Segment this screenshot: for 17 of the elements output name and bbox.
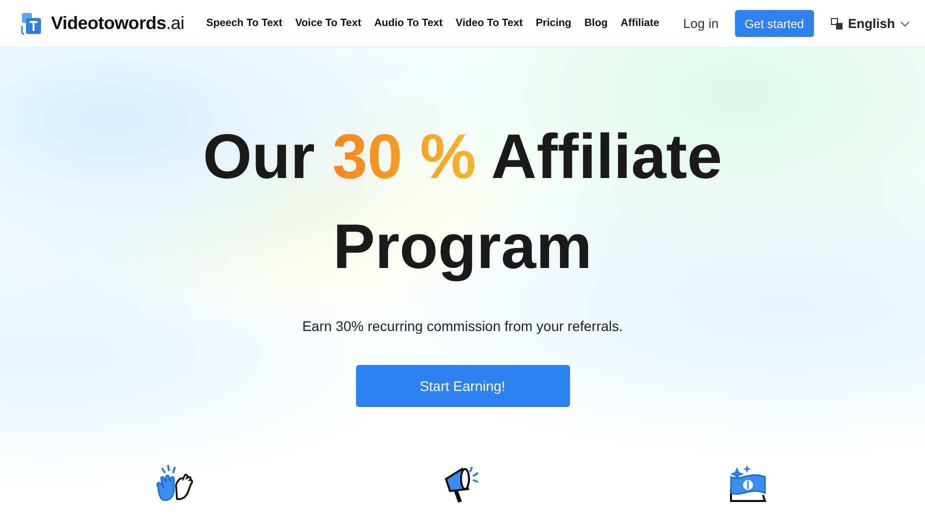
login-link[interactable]: Log in bbox=[683, 14, 719, 34]
start-earning-button[interactable]: Start Earning! bbox=[356, 365, 570, 407]
chevron-down-icon bbox=[900, 20, 910, 26]
hero-title: Our 30 % Affiliate Program bbox=[202, 121, 724, 284]
brand-name[interactable]: Videotowords.ai bbox=[51, 10, 184, 37]
nav-link[interactable]: Voice To Text bbox=[295, 16, 362, 32]
language-selector[interactable]: English bbox=[830, 14, 910, 34]
get-started-button[interactable]: Get started bbox=[734, 10, 814, 37]
hero-subtitle: Earn 30% recurring commission from your referrals. bbox=[302, 317, 623, 336]
nav-link[interactable]: Video To Text bbox=[456, 16, 523, 32]
logo-icon bbox=[21, 12, 43, 36]
translate-icon bbox=[830, 18, 843, 30]
nav-link[interactable]: Speech To Text bbox=[206, 16, 282, 32]
nav-link[interactable]: Blog bbox=[584, 16, 608, 32]
nav-link[interactable]: Affiliate bbox=[620, 16, 660, 32]
nav-link[interactable]: Pricing bbox=[536, 16, 572, 32]
nav-link[interactable]: Audio To Text bbox=[374, 16, 443, 32]
